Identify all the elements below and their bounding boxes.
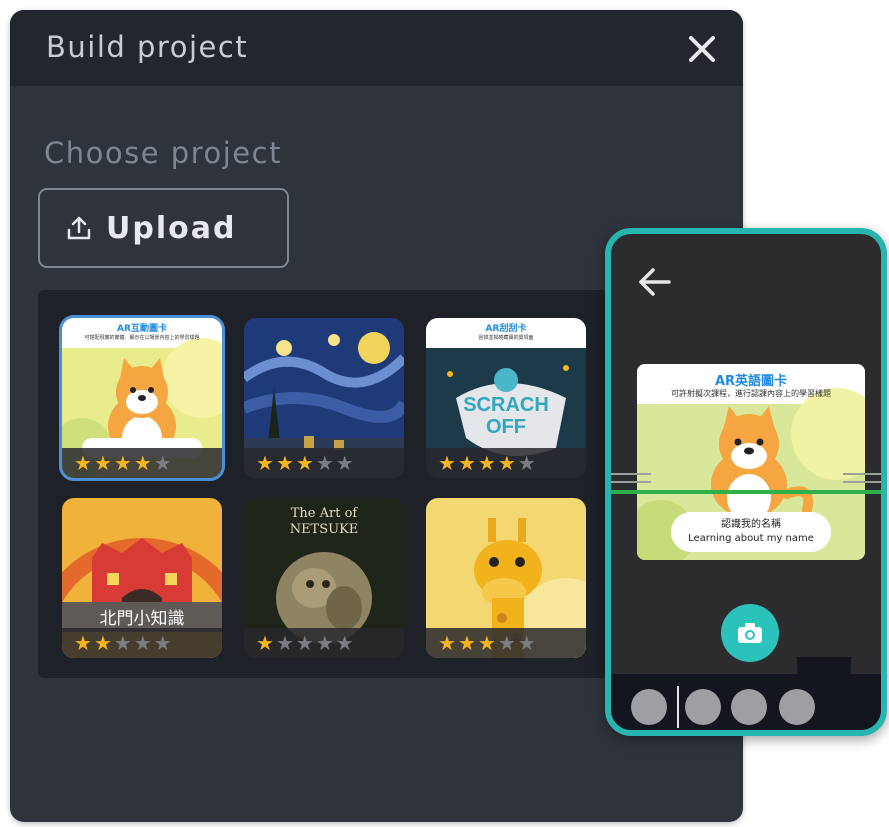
star-icon: ★ <box>335 451 354 475</box>
ar-card-caption: 認識我的名稱 Learning about my name <box>671 512 831 552</box>
dialog-header: Build project <box>10 10 743 86</box>
ar-card-title: AR英語圖卡 <box>714 374 788 389</box>
star-icon: ★ <box>457 631 476 655</box>
rating-stars: ★ ★ ★ ★ ★ <box>62 448 222 478</box>
thumbnail-divider <box>677 686 679 728</box>
scratch-card-subtitle: 刮掉並揭曉藏寶的獎項面 <box>478 335 534 341</box>
ar-caption-line1: 認識我的名稱 <box>721 519 781 530</box>
dialog-title: Build project <box>46 30 249 64</box>
star-icon: ★ <box>74 451 92 475</box>
star-icon: ★ <box>113 631 132 655</box>
upload-icon <box>67 216 91 240</box>
star-icon: ★ <box>113 451 132 475</box>
star-icon: ★ <box>477 631 496 655</box>
star-icon: ★ <box>295 631 314 655</box>
star-icon: ★ <box>275 451 294 475</box>
rating-stars: ★ ★ ★ ★ ★ <box>62 628 222 658</box>
star-icon: ★ <box>74 631 92 655</box>
ar-caption-line2: Learning about my name <box>688 533 814 544</box>
rating-stars: ★ ★ ★ ★ ★ <box>244 628 404 658</box>
star-icon: ★ <box>517 451 536 475</box>
shiba-card-subtitle: 可搭配現實的實體、顯示在以場景內容上的學習樣題 <box>84 335 200 341</box>
scan-line-overlay <box>611 473 881 494</box>
upload-label: Upload <box>106 210 237 246</box>
star-icon: ★ <box>477 451 496 475</box>
project-card-starry-night[interactable]: ★ ★ ★ ★ ★ <box>244 318 404 478</box>
project-card-giraffe[interactable]: ★ ★ ★ ★ ★ <box>426 498 586 658</box>
upload-button[interactable]: Upload <box>38 188 289 268</box>
back-button[interactable] <box>635 262 675 302</box>
project-card-north-gate[interactable]: 北門小知識 ★ ★ ★ ★ ★ <box>62 498 222 658</box>
rating-stars: ★ ★ ★ ★ ★ <box>426 628 586 658</box>
arrow-left-icon <box>639 268 671 296</box>
star-icon: ★ <box>93 451 112 475</box>
close-button[interactable] <box>685 32 719 66</box>
star-icon: ★ <box>93 631 112 655</box>
project-grid: AR互動圖卡 可搭配現實的實體、顯示在以場景內容上的學習樣題 ★ ★ ★ ★ ★ <box>38 290 638 678</box>
phone-preview: AR英語圖卡 可許射擬次課程，進行認課內容上的學習樣題 認識我的名稱 Learn… <box>605 228 887 736</box>
star-icon: ★ <box>315 451 334 475</box>
ar-card-preview: AR英語圖卡 可許射擬次課程，進行認課內容上的學習樣題 認識我的名稱 Learn… <box>637 364 865 560</box>
netsuke-art-text-line1: The Art of <box>290 506 358 521</box>
project-card-shiba[interactable]: AR互動圖卡 可搭配現實的實體、顯示在以場景內容上的學習樣題 ★ ★ ★ ★ ★ <box>59 315 225 481</box>
star-icon: ★ <box>438 451 456 475</box>
ar-card-subtitle: 可許射擬次課程，進行認課內容上的學習樣題 <box>671 389 831 398</box>
netsuke-art-text-line2: NETSUKE <box>289 522 359 537</box>
north-gate-art-text: 北門小知識 <box>99 609 185 629</box>
camera-icon <box>738 623 762 643</box>
star-icon: ★ <box>315 631 334 655</box>
thumbnail-slot[interactable] <box>685 689 721 725</box>
thumbnail-slot[interactable] <box>731 689 767 725</box>
star-icon: ★ <box>256 631 274 655</box>
shiba-card-title: AR互動圖卡 <box>117 324 167 334</box>
star-icon: ★ <box>438 631 456 655</box>
camera-button[interactable] <box>721 604 779 662</box>
star-icon: ★ <box>153 631 172 655</box>
thumbnail-slot[interactable] <box>779 689 815 725</box>
star-icon: ★ <box>497 451 516 475</box>
project-card-netsuke[interactable]: The Art of NETSUKE ★ ★ ★ ★ ★ <box>244 498 404 658</box>
star-icon: ★ <box>133 451 152 475</box>
star-icon: ★ <box>295 451 314 475</box>
scratch-card-title: AR刮刮卡 <box>485 324 527 334</box>
scratch-off-art-text: SCRACH OFF <box>463 394 549 438</box>
star-icon: ★ <box>133 631 152 655</box>
star-icon: ★ <box>335 631 354 655</box>
star-icon: ★ <box>497 631 516 655</box>
rating-stars: ★ ★ ★ ★ ★ <box>426 448 586 478</box>
star-icon: ★ <box>275 631 294 655</box>
stage: Build project Choose project Upload AR互動… <box>0 0 889 827</box>
thumbnail-slot[interactable] <box>631 689 667 725</box>
rating-stars: ★ ★ ★ ★ ★ <box>244 448 404 478</box>
project-card-scratch-off[interactable]: AR刮刮卡 刮掉並揭曉藏寶的獎項面 SCRACH OFF ★ ★ ★ ★ ★ <box>426 318 586 478</box>
choose-project-label: Choose project <box>44 136 282 170</box>
close-icon <box>689 36 715 62</box>
star-icon: ★ <box>153 451 172 475</box>
star-icon: ★ <box>457 451 476 475</box>
star-icon: ★ <box>517 631 536 655</box>
star-icon: ★ <box>256 451 274 475</box>
